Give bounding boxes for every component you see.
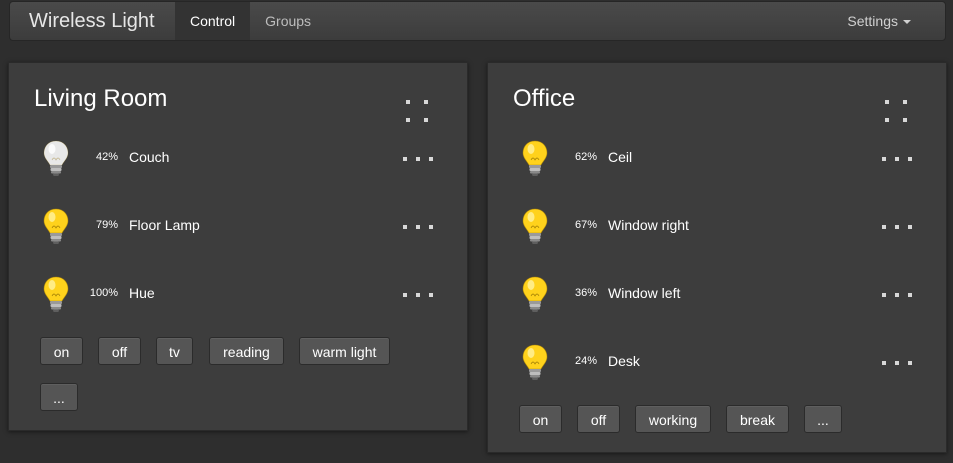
more-dots-icon[interactable]: [403, 293, 433, 299]
scene-button-working[interactable]: working: [635, 405, 711, 433]
more-dots-icon[interactable]: [882, 157, 912, 163]
light-row-window-right: 67% Window right: [518, 206, 918, 246]
brightness-percent: 79%: [95, 219, 118, 231]
scene-button-more[interactable]: ...: [804, 405, 842, 433]
scene-button-more[interactable]: ...: [40, 383, 78, 411]
light-row-desk: 24% Desk: [518, 342, 918, 382]
more-dots-icon[interactable]: [882, 225, 912, 231]
lightbulb-icon[interactable]: [520, 138, 550, 178]
light-row-hue: 100% Hue: [39, 274, 439, 314]
light-name[interactable]: Window left: [608, 285, 680, 301]
light-name[interactable]: Desk: [608, 353, 640, 369]
light-row-floor-lamp: 79% Floor Lamp: [39, 206, 439, 246]
lightbulb-icon[interactable]: [41, 138, 71, 178]
light-name[interactable]: Ceil: [608, 149, 632, 165]
tab-control[interactable]: Control: [175, 2, 251, 40]
room-title: Office: [513, 85, 576, 112]
scene-button-off[interactable]: off: [577, 405, 620, 433]
caret-down-icon: [903, 20, 911, 25]
brightness-percent: 36%: [574, 287, 597, 299]
light-row-ceil: 62% Ceil: [518, 138, 918, 178]
lightbulb-icon[interactable]: [520, 274, 550, 314]
more-dots-icon[interactable]: [403, 225, 433, 231]
brightness-percent: 100%: [89, 287, 118, 299]
brightness-percent: 67%: [574, 219, 597, 231]
scene-button-tv[interactable]: tv: [156, 337, 193, 365]
more-dots-icon[interactable]: [403, 157, 433, 163]
light-name[interactable]: Window right: [608, 217, 689, 233]
lightbulb-icon[interactable]: [520, 342, 550, 382]
drag-handle-icon[interactable]: [406, 100, 430, 124]
drag-handle-icon[interactable]: [885, 100, 909, 124]
tab-groups[interactable]: Groups: [250, 2, 326, 40]
light-row-couch: 42% Couch: [39, 138, 439, 178]
scene-button-off[interactable]: off: [98, 337, 141, 365]
lightbulb-icon[interactable]: [41, 274, 71, 314]
more-dots-icon[interactable]: [882, 293, 912, 299]
settings-dropdown[interactable]: Settings: [847, 2, 911, 40]
settings-label: Settings: [847, 13, 898, 29]
room-panel-living-room: Living Room 42% Couch 79% Floor Lamp 100…: [8, 62, 468, 431]
room-title: Living Room: [34, 85, 168, 112]
scene-button-on[interactable]: on: [519, 405, 562, 433]
top-navbar: Wireless Light Control Groups Settings: [9, 1, 946, 41]
scene-button-break[interactable]: break: [726, 405, 789, 433]
brightness-percent: 42%: [95, 151, 118, 163]
light-row-window-left: 36% Window left: [518, 274, 918, 314]
scene-button-on[interactable]: on: [40, 337, 83, 365]
light-name[interactable]: Hue: [129, 285, 155, 301]
more-dots-icon[interactable]: [882, 361, 912, 367]
brightness-percent: 24%: [574, 355, 597, 367]
light-name[interactable]: Couch: [129, 149, 169, 165]
room-panel-office: Office 62% Ceil 67% Window right 36% Win…: [487, 62, 947, 453]
scene-button-warm-light[interactable]: warm light: [299, 337, 390, 365]
lightbulb-icon[interactable]: [41, 206, 71, 246]
scene-button-reading[interactable]: reading: [209, 337, 284, 365]
brightness-percent: 62%: [574, 151, 597, 163]
app-brand[interactable]: Wireless Light: [10, 2, 175, 40]
light-name[interactable]: Floor Lamp: [129, 217, 200, 233]
lightbulb-icon[interactable]: [520, 206, 550, 246]
